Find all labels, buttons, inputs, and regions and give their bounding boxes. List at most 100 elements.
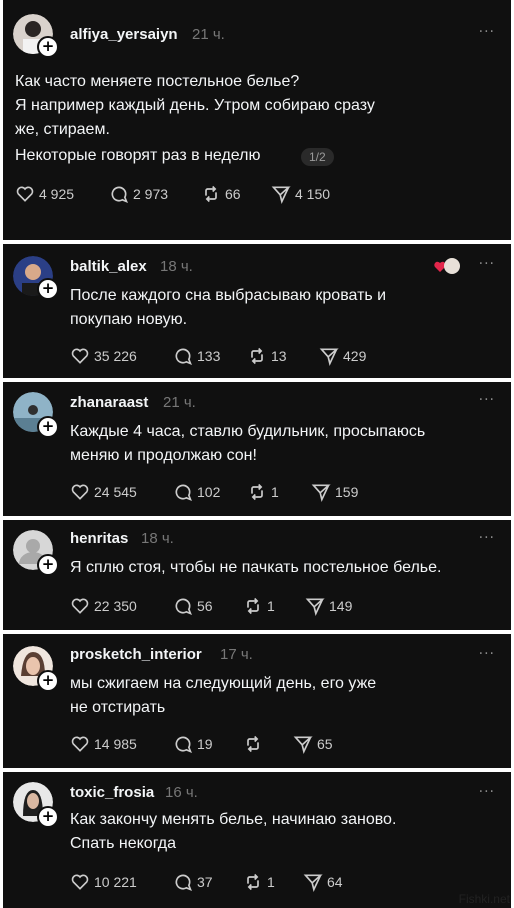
post-time: 21 ч.	[192, 26, 225, 43]
heart-icon	[71, 736, 89, 752]
username[interactable]: baltik_alex	[70, 258, 147, 275]
comment-icon	[175, 874, 192, 891]
like-button[interactable]: 35 226	[70, 346, 137, 366]
repost-button[interactable]	[243, 734, 263, 754]
follow-plus-icon[interactable]: +	[37, 416, 59, 438]
comment-count: 56	[197, 598, 213, 614]
comment-button[interactable]: 56	[173, 596, 213, 616]
follow-plus-icon[interactable]: +	[37, 806, 59, 828]
username[interactable]: toxic_frosia	[70, 784, 154, 801]
username[interactable]: henritas	[70, 530, 128, 547]
share-count: 149	[329, 598, 353, 614]
image-pager-badge: 1/2	[301, 148, 334, 166]
send-icon	[293, 736, 313, 754]
username[interactable]: alfiya_yersaiyn	[70, 26, 178, 43]
post-text-line: Каждые 4 часа, ставлю будильник, просыпа…	[70, 423, 426, 440]
send-icon	[319, 348, 339, 366]
repost-icon	[251, 483, 263, 501]
more-icon[interactable]: ···	[479, 784, 495, 800]
repost-icon	[247, 597, 259, 615]
like-button[interactable]: 14 985	[70, 734, 137, 754]
post-text-line: же, стираем.	[15, 121, 110, 138]
post-text-line: Я сплю стоя, чтобы не пачкать постельное…	[70, 559, 442, 576]
watermark: Fishki.net	[458, 892, 510, 906]
follow-plus-icon[interactable]: +	[37, 36, 59, 58]
post-card-1: + alfiya_yersaiyn 21 ч. ··· Как часто ме…	[3, 0, 511, 240]
repost-icon	[247, 735, 259, 753]
comment-icon	[175, 736, 192, 753]
comment-button[interactable]: 37	[173, 872, 213, 892]
share-button[interactable]: 149	[305, 596, 352, 616]
follow-plus-icon[interactable]: +	[37, 670, 59, 692]
more-icon[interactable]: ···	[479, 256, 495, 272]
comment-button[interactable]: 19	[173, 734, 213, 754]
post-time: 18 ч.	[160, 258, 193, 275]
comment-button[interactable]: 133	[173, 346, 220, 366]
repost-button[interactable]: 66	[201, 184, 241, 204]
share-button[interactable]: 65	[293, 734, 333, 754]
like-count: 35 226	[94, 348, 137, 364]
like-count: 14 985	[94, 736, 137, 752]
share-button[interactable]: 159	[311, 482, 358, 502]
like-button[interactable]: 24 545	[70, 482, 137, 502]
like-count: 10 221	[94, 874, 137, 890]
username[interactable]: prosketch_interior	[70, 646, 202, 663]
comment-icon	[175, 348, 192, 365]
send-icon	[311, 484, 331, 502]
more-icon[interactable]: ···	[479, 646, 495, 662]
repost-button[interactable]: 1	[243, 872, 275, 892]
post-text-line: После каждого сна выбрасываю кровать и	[70, 287, 387, 304]
repost-button[interactable]: 1	[243, 596, 275, 616]
post-time: 16 ч.	[165, 784, 198, 801]
like-count: 24 545	[94, 484, 137, 500]
share-button[interactable]: 4 150	[271, 184, 330, 204]
repost-count: 66	[225, 186, 241, 202]
comment-button[interactable]: 102	[173, 482, 220, 502]
heart-icon	[71, 484, 89, 500]
repost-icon	[247, 873, 259, 891]
post-text-line: не отстирать	[70, 699, 166, 716]
post-card-6: + toxic_frosia 16 ч. ··· Как закончу мен…	[3, 772, 511, 908]
like-button[interactable]: 10 221	[70, 872, 137, 892]
share-count: 429	[343, 348, 367, 364]
comment-count: 2 973	[133, 186, 169, 202]
comment-count: 19	[197, 736, 213, 752]
comment-count: 102	[197, 484, 221, 500]
post-card-5: + prosketch_interior 17 ч. ··· мы сжигае…	[3, 634, 511, 768]
like-count: 22 350	[94, 598, 137, 614]
heart-icon	[71, 874, 89, 890]
more-icon[interactable]: ···	[479, 392, 495, 408]
follow-plus-icon[interactable]: +	[37, 278, 59, 300]
post-text-line: Как закончу менять белье, начинаю заново…	[70, 811, 397, 828]
post-text-line: Я например каждый день. Утром собираю ср…	[15, 97, 375, 114]
like-button[interactable]: 22 350	[70, 596, 137, 616]
post-text-line: покупаю новую.	[70, 311, 188, 328]
repost-button[interactable]: 1	[247, 482, 279, 502]
send-icon	[271, 186, 291, 204]
more-icon[interactable]: ···	[479, 24, 495, 40]
post-text-line: мы сжигаем на следующий день, его уже	[70, 675, 377, 692]
like-button[interactable]: 4 925	[15, 184, 74, 204]
comment-button[interactable]: 2 973	[109, 184, 168, 204]
share-count: 65	[317, 736, 333, 752]
more-icon[interactable]: ···	[479, 530, 495, 546]
share-count: 64	[327, 874, 343, 890]
comment-icon	[175, 484, 192, 501]
heart-icon	[16, 186, 34, 202]
username[interactable]: zhanaraast	[70, 394, 148, 411]
comment-count: 133	[197, 348, 221, 364]
send-icon	[305, 598, 325, 616]
repost-button[interactable]: 13	[247, 346, 287, 366]
post-time: 18 ч.	[141, 530, 174, 547]
share-button[interactable]: 64	[303, 872, 343, 892]
post-card-3: + zhanaraast 21 ч. ··· Каждые 4 часа, ст…	[3, 382, 511, 516]
repost-icon	[251, 347, 263, 365]
comment-icon	[111, 186, 128, 203]
like-count: 4 925	[39, 186, 75, 202]
follow-plus-icon[interactable]: +	[37, 554, 59, 576]
repost-icon	[205, 185, 217, 203]
share-count: 4 150	[295, 186, 331, 202]
share-button[interactable]: 429	[319, 346, 366, 366]
heart-icon	[71, 598, 89, 614]
post-time: 21 ч.	[163, 394, 196, 411]
